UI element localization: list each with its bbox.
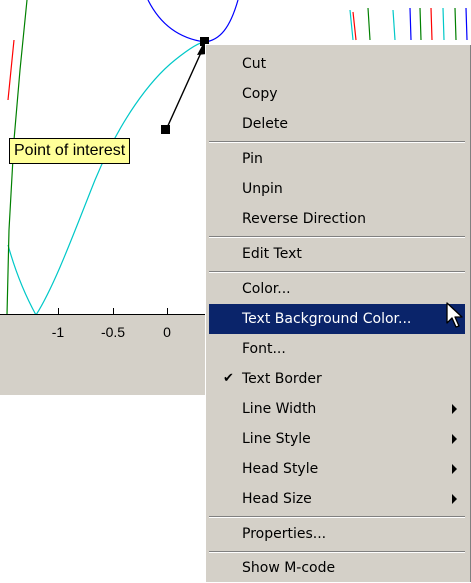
menu-item-label: Show M-code	[242, 560, 336, 576]
menu-item-label: Font...	[242, 341, 286, 357]
arrow-handle-start	[161, 125, 170, 134]
x-tick-label: -0.5	[100, 324, 126, 340]
menu-separator	[209, 271, 465, 273]
annotation-textbox[interactable]: Point of interest	[9, 138, 131, 164]
menu-item-label: Text Background Color...	[242, 311, 412, 327]
x-tick-mark	[167, 308, 168, 315]
menu-item-edit-text[interactable]: Edit Text	[209, 239, 465, 269]
menu-item-reverse-direction[interactable]: Reverse Direction	[209, 204, 465, 234]
menu-item-label: Edit Text	[242, 246, 302, 262]
x-tick-label: 0	[163, 324, 171, 340]
menu-item-label: Properties...	[242, 526, 327, 542]
menu-item-cut[interactable]: Cut	[209, 49, 465, 79]
blue-curve	[147, 0, 239, 43]
menu-item-text-border[interactable]: ✔ Text Border	[209, 364, 465, 394]
x-tick-mark	[58, 308, 59, 315]
menu-item-head-size[interactable]: Head Size	[209, 484, 465, 514]
mouse-cursor-icon	[446, 302, 463, 328]
menu-item-label: Pin	[242, 151, 263, 167]
menu-item-label: Copy	[242, 86, 278, 102]
menu-item-text-background-color[interactable]: Text Background Color...	[209, 304, 465, 334]
submenu-arrow-icon	[452, 494, 457, 504]
submenu-arrow-icon	[452, 434, 457, 444]
annotation-arrow-line	[165, 45, 205, 131]
menu-item-copy[interactable]: Copy	[209, 79, 465, 109]
menu-item-label: Text Border	[242, 371, 322, 387]
menu-item-label: Delete	[242, 116, 288, 132]
x-tick-label: -1	[51, 324, 65, 340]
menu-separator	[209, 516, 465, 518]
menu-item-label: Unpin	[242, 181, 283, 197]
menu-separator	[209, 141, 465, 143]
checkmark-icon: ✔	[223, 371, 234, 386]
cyan-curve	[35, 41, 206, 315]
x-tick-mark	[113, 308, 114, 315]
menu-separator	[209, 236, 465, 238]
context-menu: Cut Copy Delete Pin Unpin Reverse Direct…	[205, 44, 471, 582]
cyan-curve-left	[7, 244, 37, 315]
menu-item-label: Head Style	[242, 461, 319, 477]
menu-item-pin[interactable]: Pin	[209, 144, 465, 174]
menu-item-label: Color...	[242, 281, 291, 297]
menu-item-label: Cut	[242, 56, 267, 72]
menu-item-unpin[interactable]: Unpin	[209, 174, 465, 204]
menu-item-show-m-code[interactable]: Show M-code	[209, 553, 465, 583]
menu-item-font[interactable]: Font...	[209, 334, 465, 364]
submenu-arrow-icon	[452, 404, 457, 414]
menu-item-label: Reverse Direction	[242, 211, 366, 227]
submenu-arrow-icon	[452, 464, 457, 474]
menu-item-label: Line Style	[242, 431, 311, 447]
menu-item-label: Head Size	[242, 491, 312, 507]
red-curve	[7, 39, 15, 101]
menu-item-head-style[interactable]: Head Style	[209, 454, 465, 484]
menu-item-color[interactable]: Color...	[209, 274, 465, 304]
menu-item-properties[interactable]: Properties...	[209, 519, 465, 549]
menu-item-label: Line Width	[242, 401, 317, 417]
menu-item-line-style[interactable]: Line Style	[209, 424, 465, 454]
menu-item-delete[interactable]: Delete	[209, 109, 465, 139]
menu-item-line-width[interactable]: Line Width	[209, 394, 465, 424]
